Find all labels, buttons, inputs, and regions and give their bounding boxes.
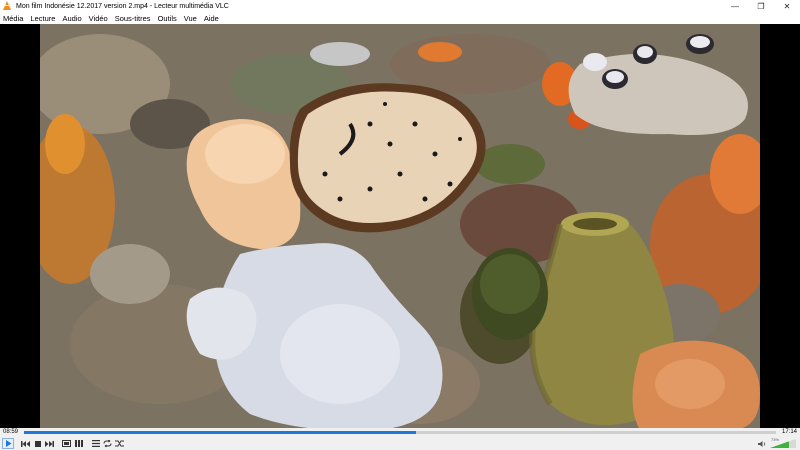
- window-title: Mon film Indonésie 12.2017 version 2.mp4…: [16, 2, 229, 10]
- video-image: [40, 24, 760, 430]
- menu-playback[interactable]: Lecture: [30, 14, 55, 23]
- stop-icon: [34, 440, 41, 447]
- loop-button[interactable]: [102, 439, 113, 449]
- play-icon: [5, 440, 11, 447]
- extended-settings-button[interactable]: [73, 439, 84, 449]
- play-button[interactable]: [2, 438, 14, 449]
- next-button[interactable]: [44, 439, 55, 449]
- playlist-button[interactable]: [90, 439, 101, 449]
- volume-slider[interactable]: [770, 439, 796, 448]
- previous-button[interactable]: [20, 439, 31, 449]
- seek-progress-fill: [24, 431, 416, 434]
- seek-row: 08:59 17:14: [0, 428, 800, 437]
- volume-control[interactable]: 73%: [758, 437, 798, 449]
- extended-settings-icon: [74, 440, 83, 447]
- menu-bar: Média Lecture Audio Vidéo Sous-titres Ou…: [0, 12, 800, 24]
- next-icon: [45, 440, 54, 447]
- video-area[interactable]: [0, 24, 800, 430]
- menu-video[interactable]: Vidéo: [89, 14, 108, 23]
- playlist-icon: [91, 440, 100, 447]
- previous-icon: [21, 440, 30, 447]
- menu-audio[interactable]: Audio: [62, 14, 81, 23]
- menu-tools[interactable]: Outils: [158, 14, 177, 23]
- fullscreen-button[interactable]: [61, 439, 72, 449]
- close-button[interactable]: ✕: [774, 0, 800, 12]
- menu-media[interactable]: Média: [3, 14, 23, 23]
- menu-subtitles[interactable]: Sous-titres: [115, 14, 151, 23]
- maximize-button[interactable]: ❐: [748, 0, 774, 12]
- window-controls: — ❐ ✕: [722, 0, 800, 12]
- shuffle-icon: [115, 440, 124, 447]
- time-total[interactable]: 17:14: [782, 429, 797, 435]
- fullscreen-icon: [62, 440, 71, 447]
- loop-icon: [103, 440, 112, 447]
- menu-help[interactable]: Aide: [204, 14, 219, 23]
- speaker-icon[interactable]: [758, 441, 767, 447]
- title-bar: Mon film Indonésie 12.2017 version 2.mp4…: [0, 0, 800, 12]
- video-frame: [40, 24, 760, 430]
- controls-bar: 73%: [0, 437, 800, 450]
- seek-slider[interactable]: [24, 431, 776, 434]
- shuffle-button[interactable]: [114, 439, 125, 449]
- vlc-cone-icon: [2, 1, 12, 11]
- time-elapsed: 08:59: [3, 429, 19, 435]
- menu-view[interactable]: Vue: [184, 14, 197, 23]
- minimize-button[interactable]: —: [722, 0, 748, 12]
- stop-button[interactable]: [32, 439, 43, 449]
